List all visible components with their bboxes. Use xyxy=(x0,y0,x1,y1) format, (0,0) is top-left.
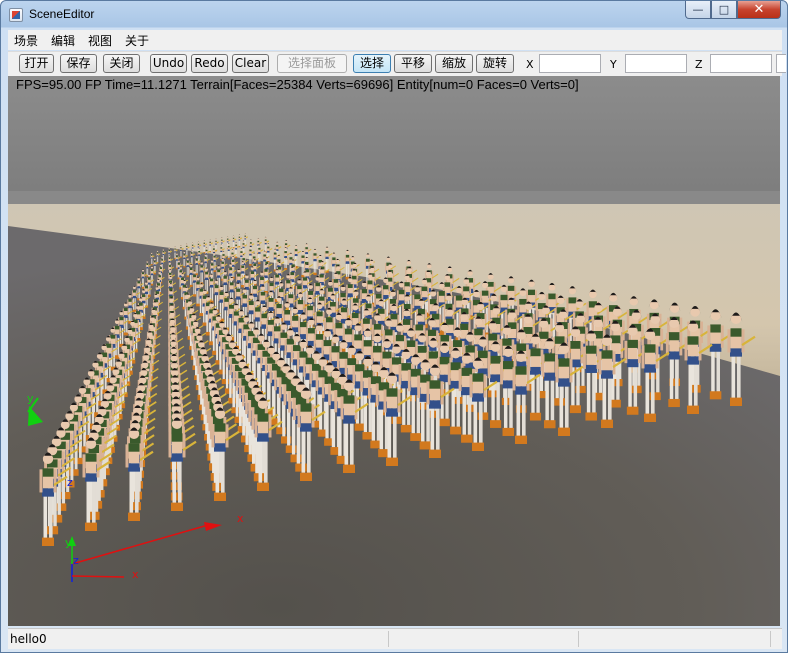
status-text: hello0 xyxy=(10,632,47,646)
gizmo-large-z-label: z xyxy=(73,554,79,567)
gizmo-small-z-label: z xyxy=(67,476,73,489)
scene-render xyxy=(8,76,780,626)
menu-scene[interactable]: 场景 xyxy=(8,32,44,49)
menu-bar: 场景 编辑 视图 关于 xyxy=(8,30,782,50)
window-title: SceneEditor xyxy=(29,7,95,21)
gizmo-large-x-label: x xyxy=(237,512,244,525)
3d-viewport[interactable]: FPS=95.00 FP Time=11.1271 Terrain[Faces=… xyxy=(8,76,780,626)
status-pane-3 xyxy=(770,631,771,647)
minimize-button[interactable]: — xyxy=(685,1,711,19)
redo-button[interactable]: Redo xyxy=(191,54,228,73)
translate-tool-button[interactable]: 平移 xyxy=(394,54,432,73)
select-tool-button[interactable]: 选择 xyxy=(353,54,391,73)
rotate-tool-button[interactable]: 旋转 xyxy=(476,54,514,73)
z-coord-input[interactable] xyxy=(710,54,772,73)
menu-view[interactable]: 视图 xyxy=(82,32,118,49)
sky xyxy=(8,76,780,206)
status-pane-2 xyxy=(578,631,579,647)
close-button[interactable]: 关闭 xyxy=(103,54,140,73)
save-button[interactable]: 保存 xyxy=(60,54,97,73)
z-coord-label: Z xyxy=(695,58,703,71)
title-bar[interactable]: SceneEditor — □ ✕ xyxy=(1,1,787,29)
select-panel-button[interactable]: 选择面板 xyxy=(277,54,347,73)
app-icon xyxy=(9,8,23,22)
gizmo-large-y-label: y xyxy=(65,536,72,549)
y-coord-label: Y xyxy=(610,58,617,71)
close-window-button[interactable]: ✕ xyxy=(737,1,781,19)
fps-stats: FPS=95.00 FP Time=11.1271 Terrain[Faces=… xyxy=(16,77,579,92)
maximize-button[interactable]: □ xyxy=(711,1,737,19)
clear-button[interactable]: Clear xyxy=(232,54,269,73)
gizmo-small-y-label: y xyxy=(27,392,34,405)
menu-about[interactable]: 关于 xyxy=(119,32,155,49)
scale-tool-button[interactable]: 缩放 xyxy=(435,54,473,73)
undo-button[interactable]: Undo xyxy=(150,54,187,73)
caption-buttons: — □ ✕ xyxy=(685,1,781,21)
menu-edit[interactable]: 编辑 xyxy=(45,32,81,49)
status-pane-1 xyxy=(388,631,389,647)
gizmo-large-x2-label: x xyxy=(132,568,139,581)
y-coord-input[interactable] xyxy=(625,54,687,73)
overflow-input[interactable] xyxy=(776,54,786,73)
x-coord-input[interactable] xyxy=(539,54,601,73)
status-bar: hello0 xyxy=(8,628,782,649)
toolbar: 打开 保存 关闭 Undo Redo Clear 选择面板 选择 平移 缩放 旋… xyxy=(8,51,786,76)
scene-editor-window: SceneEditor — □ ✕ 场景 编辑 视图 关于 打开 保存 关闭 U… xyxy=(0,0,788,653)
open-button[interactable]: 打开 xyxy=(19,54,54,73)
x-coord-label: X xyxy=(526,58,534,71)
